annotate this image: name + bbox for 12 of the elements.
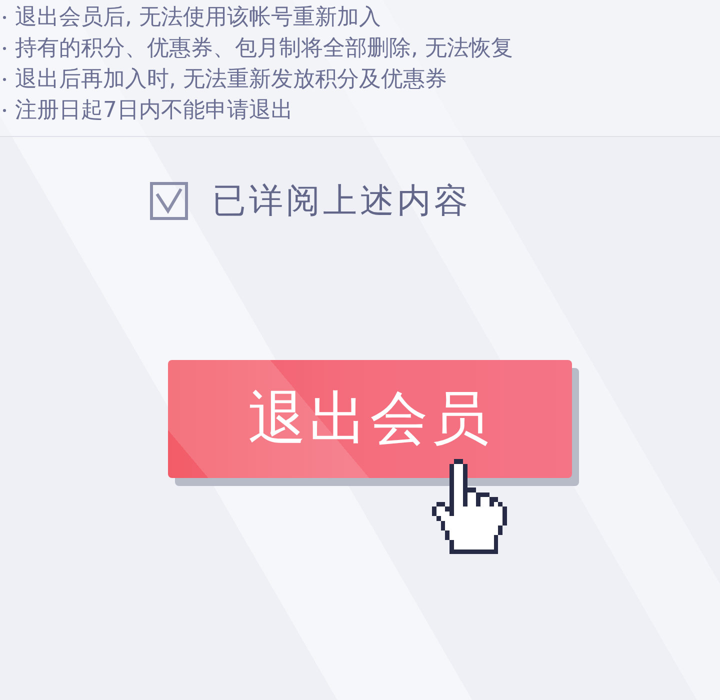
- withdraw-button[interactable]: 退出会员: [168, 360, 572, 478]
- notice-text: 退出会员后, 无法使用该帐号重新加入: [15, 4, 381, 32]
- checkbox-label: 已详阅上述内容: [212, 180, 471, 222]
- checkbox[interactable]: [150, 182, 188, 220]
- bullet-icon: [3, 109, 6, 112]
- bullet-icon: [3, 16, 6, 19]
- hand-cursor-icon: [432, 459, 507, 554]
- bullet-icon: [3, 47, 6, 50]
- notice-text: 退出后再加入时, 无法重新发放积分及优惠券: [15, 66, 447, 94]
- bullet-icon: [3, 78, 6, 81]
- notice-text: 持有的积分、优惠券、包月制将全部删除, 无法恢复: [15, 34, 513, 62]
- notice-text: 注册日起7日内不能申请退出: [15, 96, 293, 124]
